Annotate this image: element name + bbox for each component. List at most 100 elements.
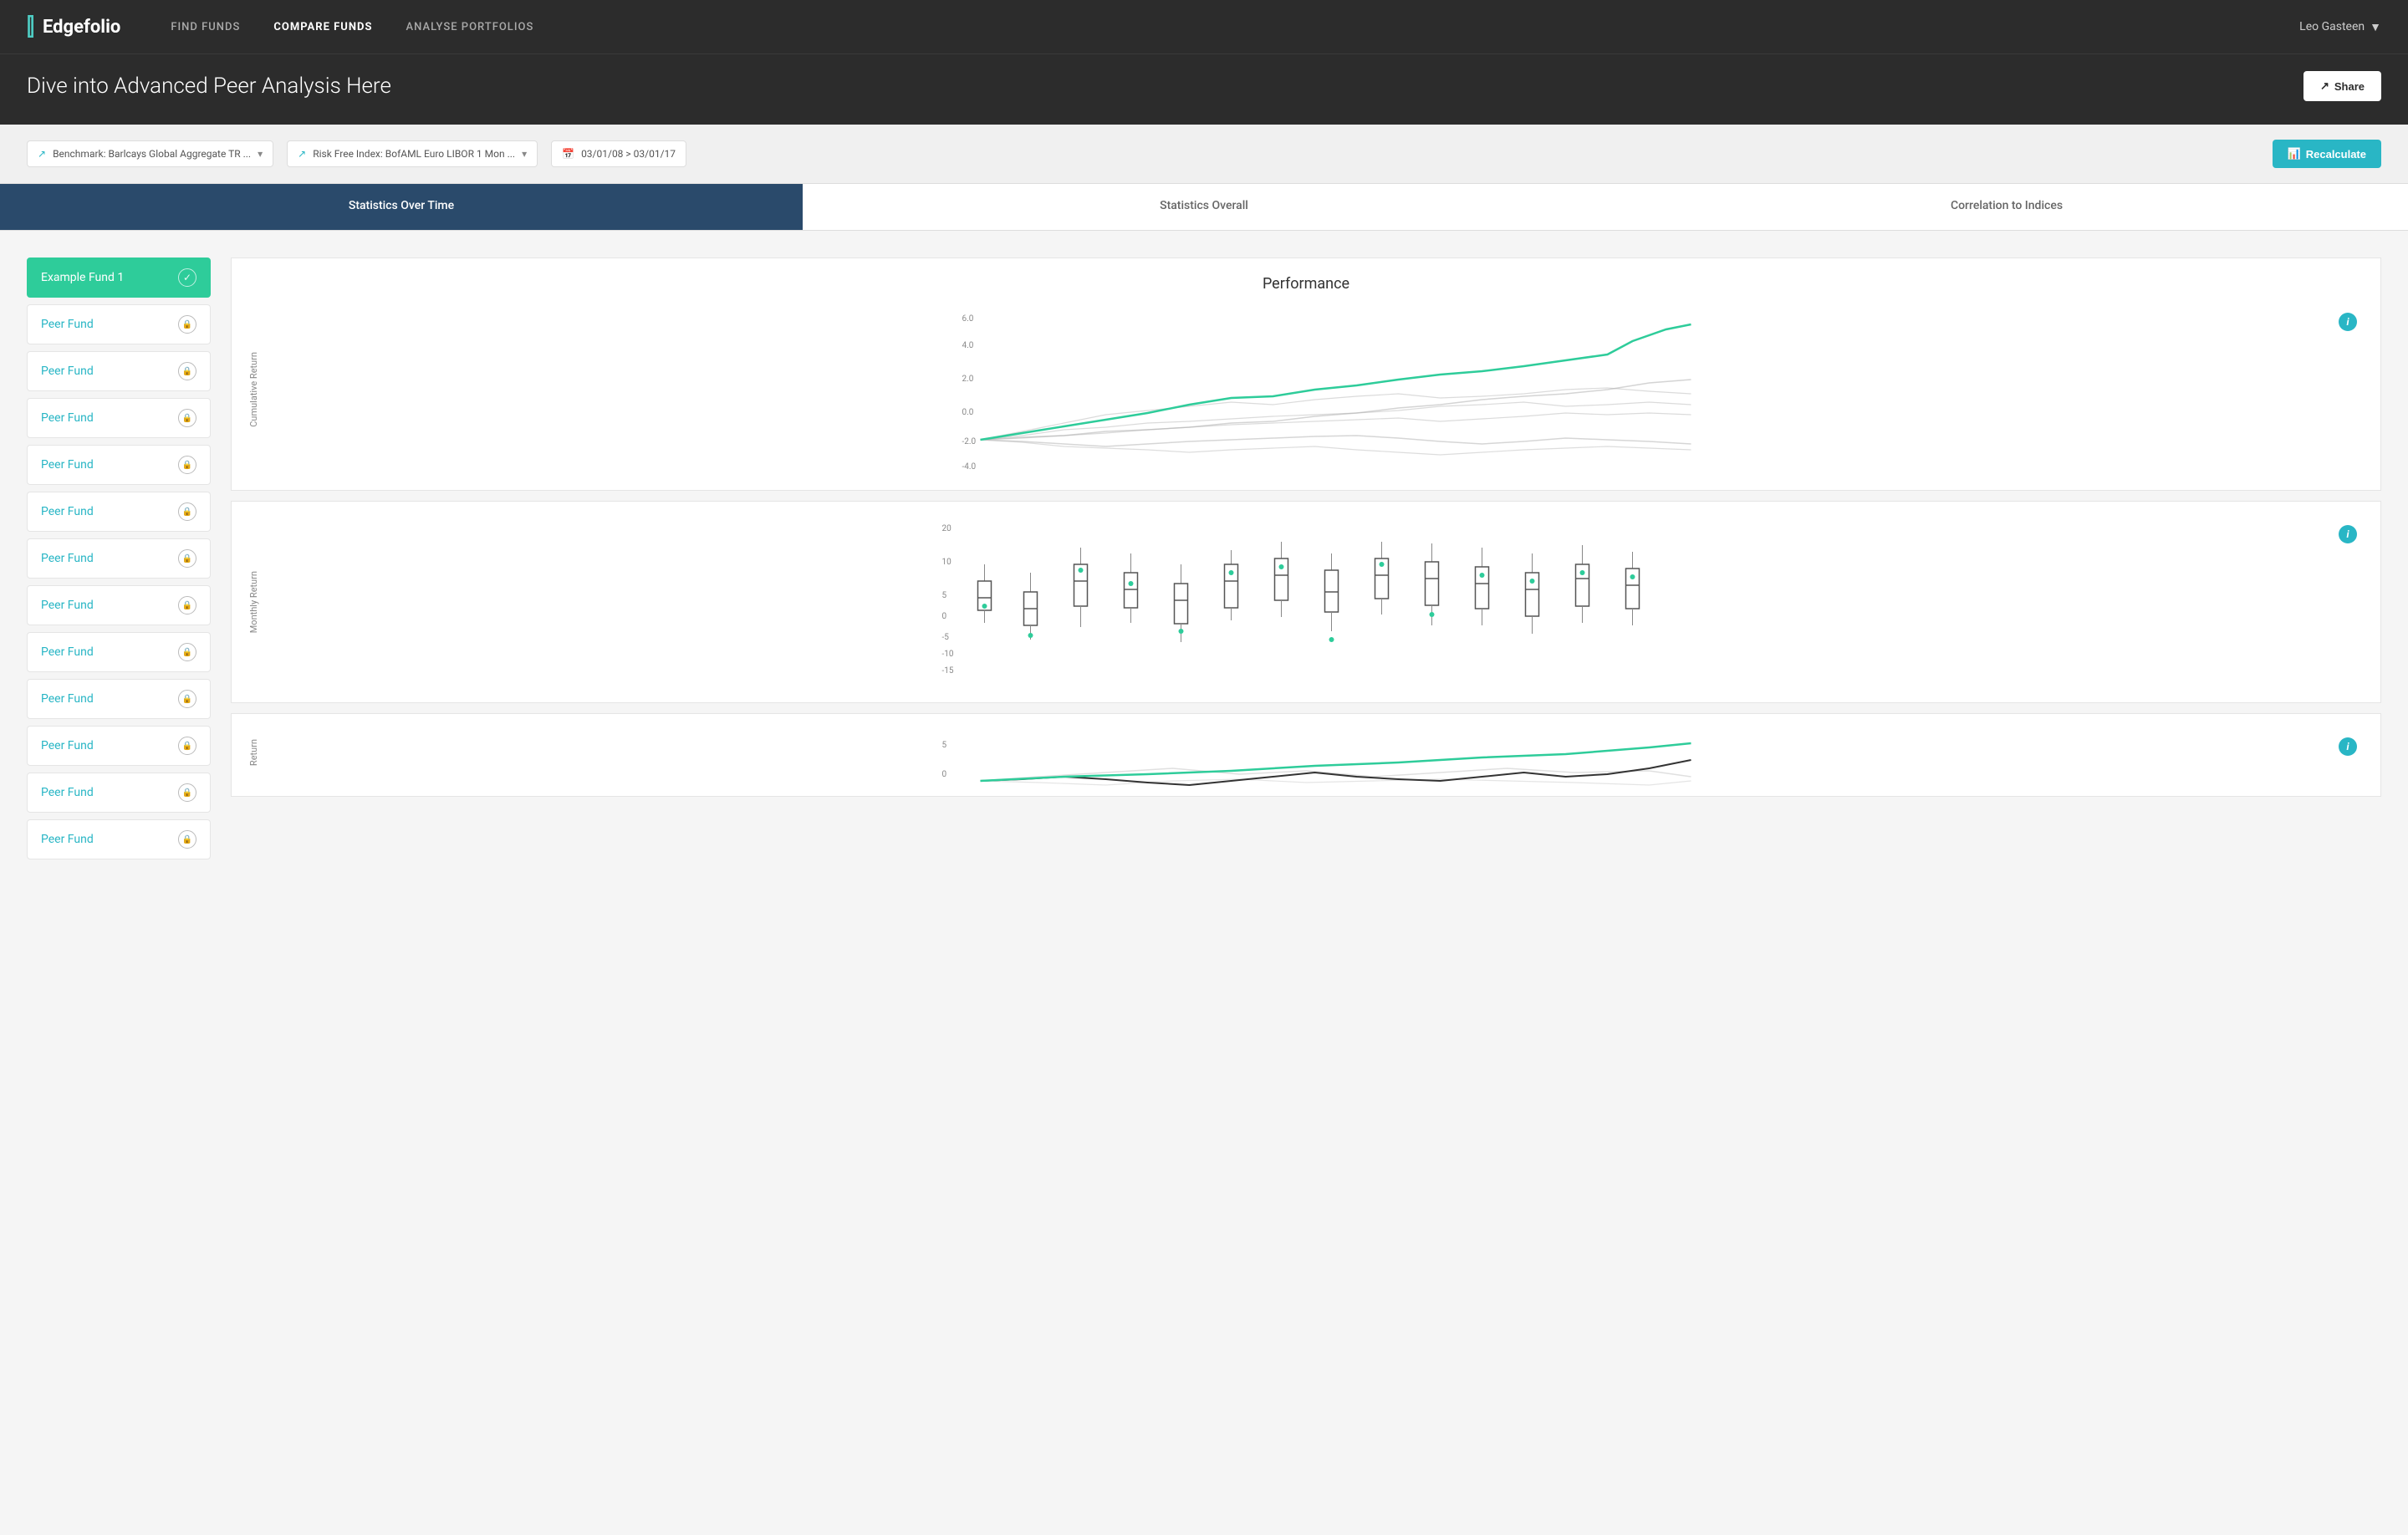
performance-chart-svg: 6.0 4.0 2.0 0.0 -2.0 -4.0 <box>266 306 2364 473</box>
fund-lock-icon-5: 🔒 <box>178 502 196 521</box>
nav-links: FIND FUNDS COMPARE FUNDS ANALYSE PORTFOL… <box>171 21 2299 33</box>
user-name: Leo Gasteen <box>2299 20 2365 33</box>
risk-free-caret-icon: ▾ <box>522 148 527 160</box>
page-title: Dive into Advanced Peer Analysis Here <box>27 74 391 99</box>
fund-lock-icon-3: 🔒 <box>178 409 196 427</box>
svg-text:0: 0 <box>942 770 947 779</box>
share-label: Share <box>2334 80 2365 93</box>
user-caret-icon: ▼ <box>2370 20 2381 34</box>
date-range-filter[interactable]: 📅 03/01/08 > 03/01/17 <box>551 140 686 167</box>
share-button[interactable]: ↗ Share <box>2303 71 2381 101</box>
peer-fund-label-1: Peer Fund <box>41 318 94 331</box>
peer-fund-label-8: Peer Fund <box>41 645 94 659</box>
fund-lock-icon-11: 🔒 <box>178 783 196 802</box>
fund-lock-icon-6: 🔒 <box>178 549 196 568</box>
recalculate-button[interactable]: 📊 Recalculate <box>2273 140 2381 168</box>
recalculate-icon: 📊 <box>2288 147 2301 161</box>
fund-lock-icon-1: 🔒 <box>178 315 196 334</box>
risk-free-filter[interactable]: ↗ Risk Free Index: BofAML Euro LIBOR 1 M… <box>287 140 538 167</box>
svg-text:5: 5 <box>942 741 947 750</box>
fund-item-1[interactable]: Peer Fund 🔒 <box>27 304 211 344</box>
risk-free-label: Risk Free Index: BofAML Euro LIBOR 1 Mon… <box>313 148 515 160</box>
calendar-icon: 📅 <box>562 148 574 160</box>
third-chart-info-badge[interactable]: i <box>2339 737 2357 756</box>
fund-lock-icon-9: 🔒 <box>178 690 196 708</box>
fund-item-12[interactable]: Peer Fund 🔒 <box>27 819 211 859</box>
fund-item-7[interactable]: Peer Fund 🔒 <box>27 585 211 625</box>
logo-text: Edgefolio <box>43 17 120 38</box>
chart-area: Performance Cumulative Return i 6.0 4.0 … <box>231 258 2381 1508</box>
fund-item-active[interactable]: Example Fund 1 ✓ <box>27 258 211 298</box>
tab-statistics-overall[interactable]: Statistics Overall <box>803 184 1605 230</box>
peer-fund-label-5: Peer Fund <box>41 505 94 518</box>
third-chart-y-axis-label: Return <box>248 739 259 766</box>
active-fund-name: Example Fund 1 <box>41 271 124 284</box>
logo: ⫿ Edgefolio <box>27 13 120 41</box>
monthly-return-chart-section: Monthly Return i 20 10 5 0 -5 -10 -15 <box>231 501 2381 703</box>
peer-fund-label-10: Peer Fund <box>41 739 94 752</box>
user-menu[interactable]: Leo Gasteen ▼ <box>2299 20 2381 34</box>
svg-text:-15: -15 <box>942 666 954 676</box>
fund-item-6[interactable]: Peer Fund 🔒 <box>27 538 211 579</box>
recalculate-label: Recalculate <box>2306 148 2366 161</box>
fund-lock-icon-7: 🔒 <box>178 596 196 615</box>
svg-text:-10: -10 <box>942 650 954 659</box>
svg-text:20: 20 <box>942 524 952 533</box>
svg-text:-2.0: -2.0 <box>962 437 977 446</box>
share-icon: ↗ <box>2320 79 2329 93</box>
fund-lock-icon-8: 🔒 <box>178 643 196 661</box>
monthly-return-chart-svg: 20 10 5 0 -5 -10 -15 <box>266 518 2364 686</box>
peer-fund-label-4: Peer Fund <box>41 458 94 472</box>
svg-text:5: 5 <box>942 591 947 600</box>
third-chart-section: Return i 5 0 <box>231 713 2381 797</box>
fund-item-5[interactable]: Peer Fund 🔒 <box>27 492 211 532</box>
peer-fund-label-3: Peer Fund <box>41 411 94 425</box>
logo-icon: ⫿ <box>27 13 34 41</box>
performance-y-axis-label: Cumulative Return <box>248 352 259 427</box>
fund-list: Example Fund 1 ✓ Peer Fund 🔒 Peer Fund 🔒… <box>27 258 211 1508</box>
fund-lock-icon-4: 🔒 <box>178 456 196 474</box>
nav-compare-funds[interactable]: COMPARE FUNDS <box>273 21 372 33</box>
performance-info-badge[interactable]: i <box>2339 313 2357 331</box>
third-chart-svg: 5 0 <box>266 731 2364 797</box>
fund-lock-icon-12: 🔒 <box>178 830 196 849</box>
svg-text:4.0: 4.0 <box>962 341 974 350</box>
tab-bar: Statistics Over Time Statistics Overall … <box>0 184 2408 231</box>
benchmark-filter[interactable]: ↗ Benchmark: Barlcays Global Aggregate T… <box>27 140 273 167</box>
monthly-return-y-axis-label: Monthly Return <box>248 571 259 633</box>
tab-correlation-to-indices[interactable]: Correlation to Indices <box>1605 184 2408 230</box>
monthly-return-info-badge[interactable]: i <box>2339 525 2357 543</box>
date-range-value: 03/01/08 > 03/01/17 <box>581 148 676 160</box>
fund-lock-icon-2: 🔒 <box>178 362 196 380</box>
svg-text:-5: -5 <box>942 633 950 642</box>
filters-bar: ↗ Benchmark: Barlcays Global Aggregate T… <box>0 125 2408 184</box>
svg-text:0: 0 <box>942 612 947 621</box>
fund-lock-icon-10: 🔒 <box>178 737 196 755</box>
benchmark-icon: ↗ <box>38 148 46 160</box>
fund-item-2[interactable]: Peer Fund 🔒 <box>27 351 211 391</box>
peer-fund-label-11: Peer Fund <box>41 786 94 799</box>
risk-free-icon: ↗ <box>298 148 306 160</box>
performance-chart-section: Performance Cumulative Return i 6.0 4.0 … <box>231 258 2381 491</box>
nav-analyse-portfolios[interactable]: ANALYSE PORTFOLIOS <box>406 21 534 33</box>
peer-fund-label-6: Peer Fund <box>41 552 94 565</box>
fund-item-8[interactable]: Peer Fund 🔒 <box>27 632 211 672</box>
tab-statistics-over-time[interactable]: Statistics Over Time <box>0 184 803 230</box>
svg-text:-4.0: -4.0 <box>962 462 977 472</box>
benchmark-caret-icon: ▾ <box>258 148 263 160</box>
main-content: Example Fund 1 ✓ Peer Fund 🔒 Peer Fund 🔒… <box>0 231 2408 1535</box>
svg-text:0.0: 0.0 <box>962 408 974 417</box>
fund-check-icon: ✓ <box>178 268 196 287</box>
navigation: ⫿ Edgefolio FIND FUNDS COMPARE FUNDS ANA… <box>0 0 2408 54</box>
peer-fund-label-7: Peer Fund <box>41 599 94 612</box>
fund-item-11[interactable]: Peer Fund 🔒 <box>27 773 211 813</box>
nav-find-funds[interactable]: FIND FUNDS <box>171 21 240 33</box>
fund-item-4[interactable]: Peer Fund 🔒 <box>27 445 211 485</box>
svg-text:6.0: 6.0 <box>962 314 974 324</box>
peer-fund-label-2: Peer Fund <box>41 365 94 378</box>
peer-fund-label-12: Peer Fund <box>41 833 94 846</box>
performance-chart-title: Performance <box>248 275 2364 293</box>
fund-item-3[interactable]: Peer Fund 🔒 <box>27 398 211 438</box>
fund-item-10[interactable]: Peer Fund 🔒 <box>27 726 211 766</box>
fund-item-9[interactable]: Peer Fund 🔒 <box>27 679 211 719</box>
